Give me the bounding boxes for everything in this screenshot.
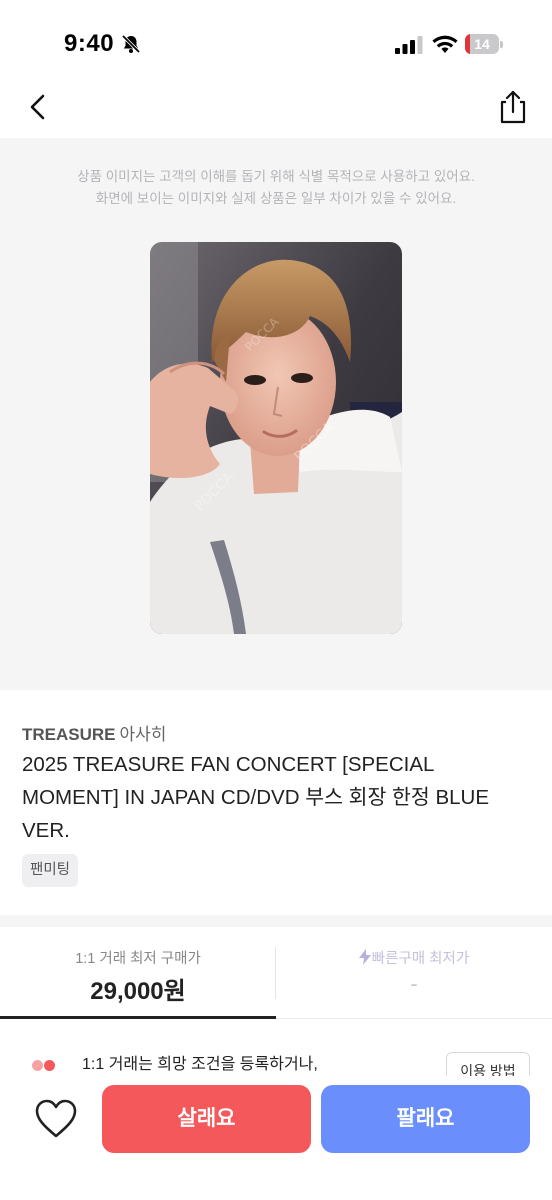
tab-quick-buy-label: 빠른구매 최저가 (371, 951, 470, 967)
nav-bar (0, 80, 552, 138)
buy-button[interactable]: 살래요 (102, 1085, 311, 1153)
image-notice-line1: 상품 이미지는 고객의 이해를 돕기 위해 식별 목적으로 사용하고 있어요. (77, 169, 475, 184)
member-name[interactable]: 아사히 (120, 725, 167, 744)
tab-direct-trade[interactable]: 1:1 거래 최저 구매가 29,000원 (0, 927, 276, 1019)
category-tag[interactable]: 팬미팅 (22, 854, 79, 887)
share-button[interactable] (496, 88, 530, 126)
trade-info-text: 1:1 거래는 희망 조건을 등록하거나, (82, 1056, 318, 1073)
trade-info-row: 1:1 거래는 희망 조건을 등록하거나, 이용 방법 (0, 1040, 552, 1076)
battery-icon: 14 (465, 34, 503, 54)
tab-direct-trade-price: 29,000원 (90, 978, 186, 1005)
product-title: 2025 TREASURE FAN CONCERT [SPECIAL MOMEN… (22, 753, 490, 842)
tab-direct-trade-label: 1:1 거래 최저 구매가 (75, 951, 201, 967)
battery-level: 14 (474, 36, 490, 52)
lightning-icon (358, 949, 371, 965)
active-tab-indicator (0, 1016, 276, 1019)
price-tabs: 1:1 거래 최저 구매가 29,000원 빠른구매 최저가 - (0, 927, 552, 1019)
section-divider (0, 915, 552, 927)
tab-quick-buy-price: - (410, 971, 418, 996)
status-time: 9:40 (64, 30, 115, 57)
usage-guide-button[interactable]: 이용 방법 (446, 1052, 530, 1076)
status-bar: 9:40 14 (0, 0, 552, 80)
dots-icon (32, 1060, 58, 1072)
bottom-action-bar: 살래요 팔래요 (0, 1076, 552, 1200)
product-photo[interactable]: POCCA POCCA POCCA (150, 242, 402, 634)
tab-quick-buy[interactable]: 빠른구매 최저가 - (276, 927, 552, 1019)
sell-button[interactable]: 팔래요 (321, 1085, 530, 1153)
product-image-area: 상품 이미지는 고객의 이해를 돕기 위해 식별 목적으로 사용하고 있어요. … (0, 138, 552, 690)
signal-icon (395, 36, 423, 54)
bell-slash-icon (121, 34, 141, 54)
artist-name[interactable]: TREASURE (22, 725, 116, 744)
artist-line: TREASURE 아사히 (22, 720, 166, 745)
heart-icon[interactable] (34, 1098, 78, 1140)
back-button[interactable] (22, 90, 56, 124)
image-notice: 상품 이미지는 고객의 이해를 돕기 위해 식별 목적으로 사용하고 있어요. … (0, 166, 552, 210)
wifi-icon (432, 35, 458, 53)
tab-quick-buy-label-wrap: 빠른구매 최저가 (276, 947, 552, 968)
product-info: TREASURE 아사히 2025 TREASURE FAN CONCERT [S… (0, 690, 552, 915)
image-notice-line2: 화면에 보이는 이미지와 실제 상품은 일부 차이가 있을 수 있어요. (95, 191, 457, 206)
